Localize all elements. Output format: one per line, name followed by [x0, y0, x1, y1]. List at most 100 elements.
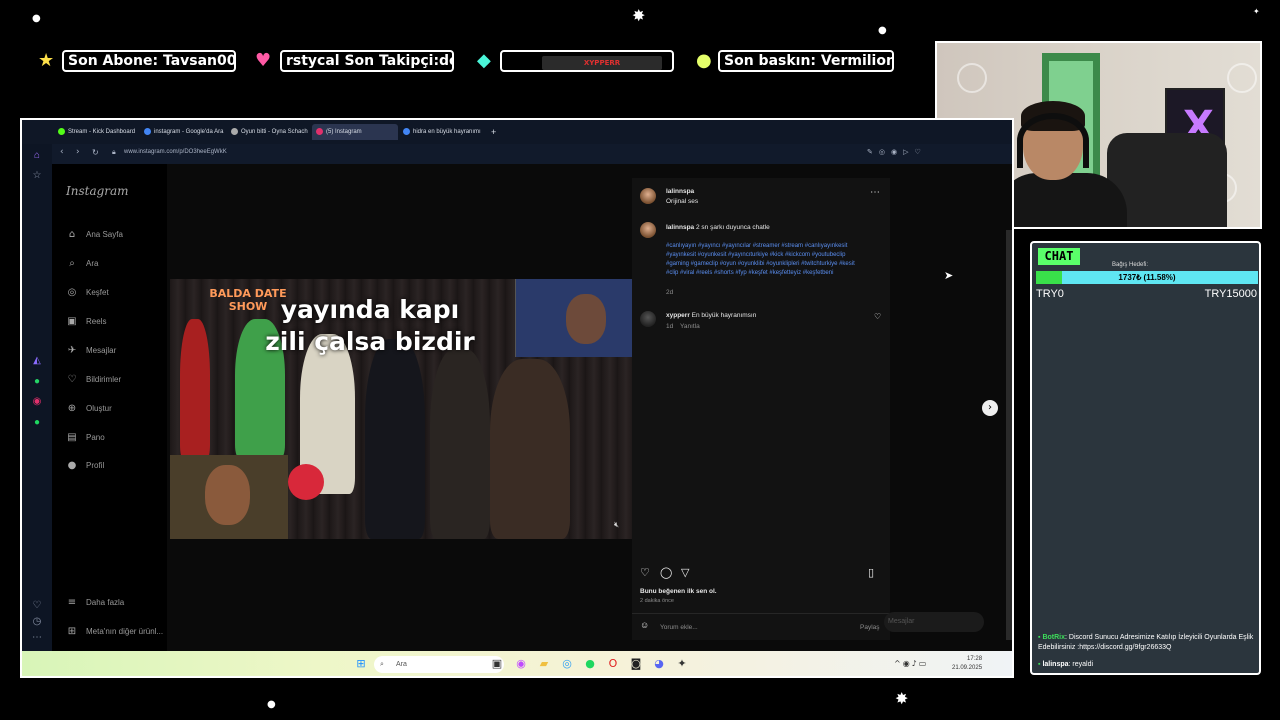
tab-kick-dashboard[interactable]: Stream - Kick Dashboard [54, 124, 138, 140]
tab-chess[interactable]: Oyun bitti - Oyna Schach [227, 124, 311, 140]
mute-icon[interactable]: 🔇︎ [614, 520, 619, 530]
comment-age: 1d [666, 323, 674, 330]
url-field[interactable]: www.instagram.com/p/DO3heeEgWkK [124, 149, 227, 155]
toolbar-icons[interactable]: ✎◎◉▷♡ [867, 148, 927, 156]
nav-home[interactable]: ⌂ Ana Sayfa [66, 229, 123, 240]
commenter-avatar[interactable] [640, 311, 656, 327]
forward-icon[interactable]: › [76, 147, 80, 157]
author-avatar[interactable] [640, 188, 656, 204]
like-icon[interactable]: ♡ [640, 566, 650, 579]
post-author[interactable]: lalinnspa [666, 187, 694, 196]
aria-icon[interactable]: ◭ [31, 355, 43, 367]
nav-reels[interactable]: ▣ Reels [66, 316, 106, 327]
nav-label: Pano [86, 433, 105, 442]
tab-instagram[interactable]: (5) Instagram [312, 124, 398, 140]
nav-notifications[interactable]: ♡ Bildirimler [66, 374, 122, 385]
tab-label: Stream - Kick Dashboard [68, 129, 136, 135]
taskbar-clock[interactable]: 17:28 21.09.2025 [952, 655, 982, 673]
caption-username[interactable]: lalinnspa [666, 224, 694, 231]
tab-google-hidra[interactable]: hidra en büyük hayranımı [399, 124, 485, 140]
whatsapp-icon[interactable]: ● [31, 376, 43, 388]
chat-badge: CHAT [1038, 248, 1080, 265]
tab-bar: Stream - Kick Dashboard instagram - Goog… [22, 120, 1012, 144]
emoji-icon[interactable]: ☺ [640, 621, 649, 630]
sparkle-decoration: ✦ [1253, 7, 1260, 16]
post-audio[interactable]: Orijinal ses [666, 197, 698, 206]
windows-start-icon[interactable]: ⊞ [354, 657, 368, 671]
nav-profile[interactable]: ● Profil [66, 460, 105, 471]
nav-label: Daha fazla [86, 598, 125, 607]
comment-input[interactable]: Yorum ekle... [660, 623, 698, 632]
system-tray-icons[interactable]: ^◉♪▭ [894, 657, 944, 671]
post-comment-button[interactable]: Paylaş [860, 623, 880, 632]
next-post-button[interactable]: › [982, 400, 998, 416]
sparkle-decoration: ● [878, 25, 887, 36]
reel-video[interactable]: BALDA DATE SHOW yayında kapı zili çalsa … [170, 279, 632, 539]
nav-meta-products[interactable]: ⊞ Meta'nın diğer ürünl... [66, 626, 163, 637]
last-follower-ticker: rstycal Son Takipçi:dogv [280, 50, 454, 72]
chat-panel: CHAT Bağış Hedefi: 1737₺ (11.58%) TRY0 T… [1030, 241, 1261, 675]
sparkle-decoration: ✸ [632, 6, 646, 25]
gem-icon: ◆ [477, 50, 491, 71]
tab-label: Oyun bitti - Oyna Schach [241, 129, 308, 135]
comment-icon[interactable]: ◯ [660, 566, 672, 579]
nav-label: Oluştur [86, 404, 112, 413]
app-icon[interactable]: ✦ [675, 657, 689, 671]
history-icon[interactable]: ◷ [31, 616, 43, 628]
file-explorer-icon[interactable]: ▰ [537, 657, 551, 671]
nav-dashboard[interactable]: ▤ Pano [66, 432, 105, 443]
comment-username[interactable]: xypperr [666, 312, 690, 319]
edge-icon[interactable]: ◎ [560, 657, 574, 671]
caption-age: 2d [666, 289, 674, 296]
tab-google-search[interactable]: instagram - Google'da Ara [140, 124, 226, 140]
chat-message: ▪ lalinspa: reyaldi [1038, 660, 1258, 670]
sparkle-decoration: ✸ [895, 689, 909, 708]
taskbar-search[interactable]: ⌕ Ara [374, 656, 504, 673]
caption-avatar[interactable] [640, 222, 656, 238]
messages-pill-label: Mesajlar [888, 618, 915, 625]
reload-icon[interactable]: ↻ [92, 148, 99, 157]
likes-text: Bunu beğenen ilk sen ol. [640, 588, 717, 595]
messages-pill[interactable]: Mesajlar [884, 612, 984, 632]
chat-username[interactable]: lalinspa [1042, 661, 1068, 668]
comment-like-icon[interactable]: ♡ [874, 312, 881, 321]
instagram-icon [316, 127, 323, 135]
comment: xypperr En büyük hayranımsın [666, 311, 756, 320]
nav-create[interactable]: ⊕ Oluştur [66, 403, 112, 414]
discord-icon[interactable]: ◕ [652, 657, 666, 671]
lock-icon: 🔒︎ [112, 148, 116, 156]
share-icon[interactable]: ▽ [681, 566, 689, 579]
clock-time: 17:28 [967, 656, 983, 662]
copilot-icon[interactable]: ◉ [514, 657, 528, 671]
opera-icon[interactable]: O [606, 657, 620, 671]
spotify-icon[interactable]: ● [583, 657, 597, 671]
chat-message-text: : Discord Sunucu Adresimize Katılıp İzle… [1038, 634, 1254, 651]
address-bar: ‹ › ↻ 🔒︎ www.instagram.com/p/DO3heeEgWkK… [52, 144, 1012, 164]
nav-label: Bildirimler [86, 375, 122, 384]
channel-logo-ticker: XYPPERR [500, 50, 674, 72]
nav-explore[interactable]: ◎ Keşfet [66, 287, 109, 298]
back-icon[interactable]: ‹ [60, 147, 64, 157]
new-tab-button[interactable]: + [487, 124, 501, 140]
more-options-icon[interactable]: ⋯ [870, 188, 880, 198]
instagram-logo[interactable]: Instagram [66, 184, 129, 198]
reply-link[interactable]: Yanıtla [680, 322, 700, 331]
star-icon[interactable]: ☆ [31, 170, 43, 182]
instagram-icon[interactable]: ◉ [31, 396, 43, 408]
bookmark-icon[interactable]: ▯ [868, 566, 874, 579]
post-hashtags[interactable]: #canlıyayın #yayıncı #yayıncılar #stream… [666, 242, 866, 278]
heart-icon[interactable]: ♡ [31, 600, 43, 612]
spotify-icon[interactable]: ● [31, 417, 43, 429]
donation-goal-label: Bağış Hedefi: [1112, 262, 1149, 268]
nav-more[interactable]: ≡ Daha fazla [66, 597, 124, 608]
task-view-icon[interactable]: ▣ [490, 657, 504, 671]
mouse-cursor: ➤ [944, 269, 954, 282]
more-icon[interactable]: ⋯ [31, 632, 43, 644]
home-icon[interactable]: ⌂ [31, 150, 43, 162]
obs-icon[interactable]: ◙ [629, 657, 643, 671]
chat-username[interactable]: BotRix [1042, 634, 1065, 641]
heart-icon: ♡ [67, 374, 77, 385]
nav-search[interactable]: ⌕ Ara [66, 258, 98, 269]
scrollbar[interactable] [1006, 230, 1012, 640]
nav-messages[interactable]: ✈ Mesajlar [66, 345, 116, 356]
